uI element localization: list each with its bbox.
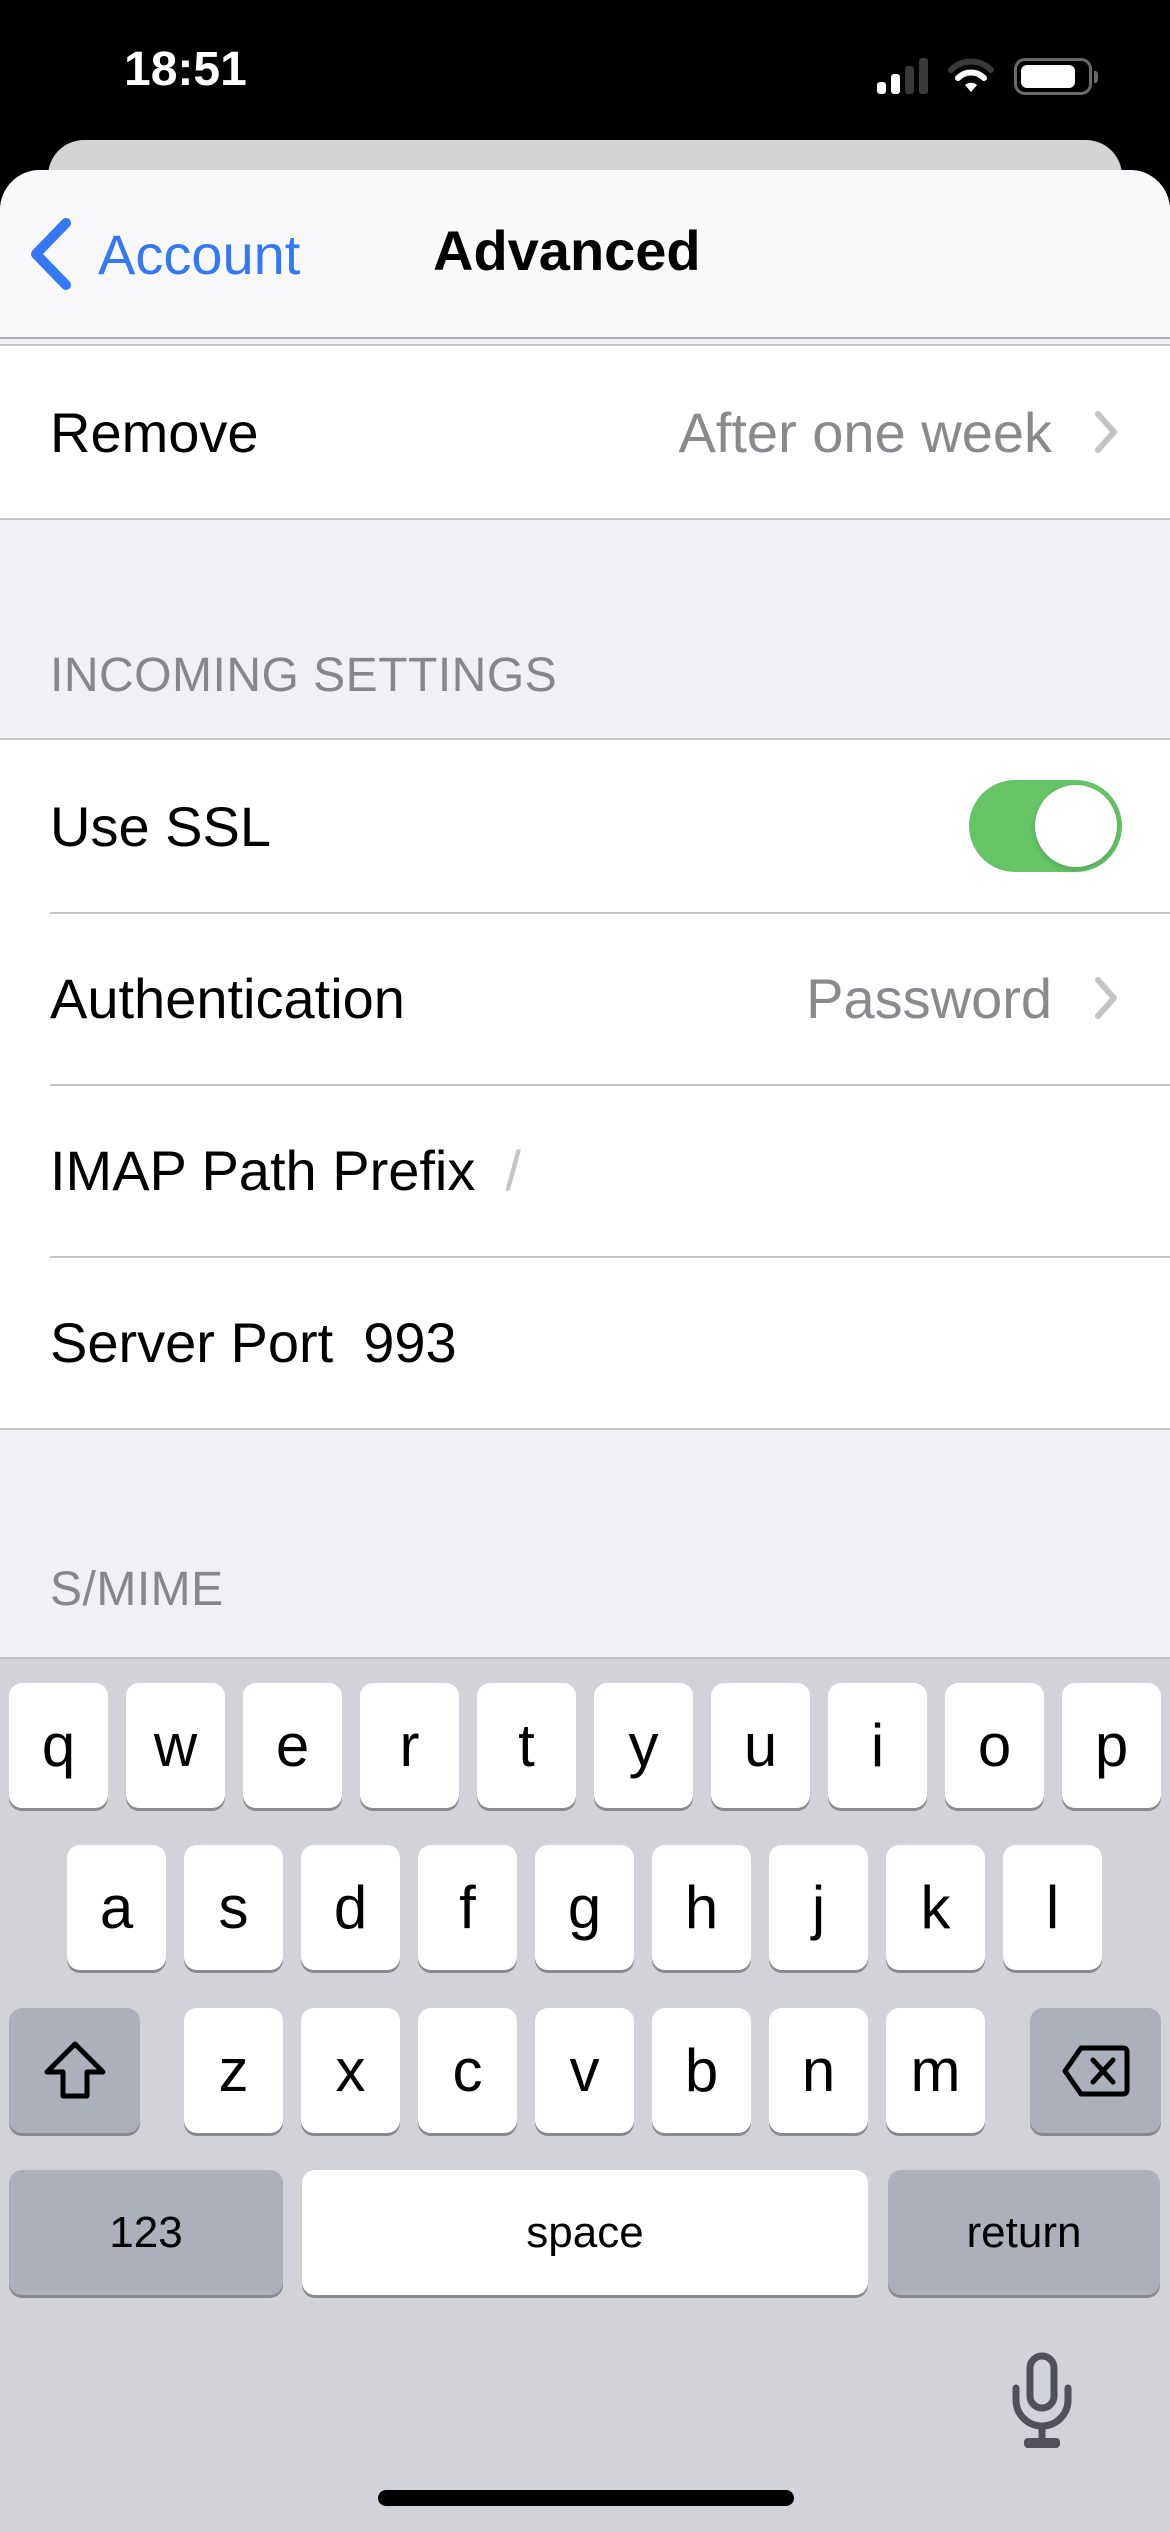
key-k[interactable]: k (886, 1845, 985, 1970)
battery-icon (1014, 57, 1098, 95)
smime-header: S/MIME (50, 1563, 224, 1616)
authentication-row[interactable]: Authentication Password (0, 912, 1170, 1084)
key-l[interactable]: l (1003, 1845, 1102, 1970)
key-h[interactable]: h (652, 1845, 751, 1970)
remove-value: After one week (678, 400, 1052, 464)
shift-icon (44, 2041, 105, 2098)
shift-key[interactable] (9, 2008, 140, 2133)
incoming-settings-header: INCOMING SETTINGS (50, 649, 558, 702)
key-d[interactable]: d (301, 1845, 400, 1970)
page-title: Advanced (433, 219, 701, 282)
back-label: Account (98, 222, 301, 286)
status-bar: 18:51 (0, 0, 1170, 140)
incoming-settings-group: Use SSL Authentication Password IMAP Pat… (0, 738, 1170, 1430)
signal-bar (919, 58, 928, 94)
toggle-knob (1035, 785, 1117, 867)
key-q[interactable]: q (9, 1683, 108, 1808)
key-r[interactable]: r (360, 1683, 459, 1808)
key-y[interactable]: y (594, 1683, 693, 1808)
wifi-icon (948, 58, 994, 92)
battery-level (1021, 64, 1076, 88)
key-w[interactable]: w (126, 1683, 225, 1808)
key-c[interactable]: c (418, 2008, 517, 2133)
server-port-input[interactable]: 993 (363, 1310, 456, 1375)
home-indicator (378, 2490, 794, 2506)
key-e[interactable]: e (243, 1683, 342, 1808)
imap-path-prefix-row: IMAP Path Prefix / (0, 1084, 1170, 1256)
key-s[interactable]: s (184, 1845, 283, 1970)
cellular-signal-icon (877, 58, 928, 94)
signal-bar (905, 66, 914, 94)
space-key[interactable]: space (302, 2170, 868, 2295)
back-button[interactable]: Account (28, 214, 300, 294)
authentication-value: Password (806, 966, 1052, 1030)
key-b[interactable]: b (652, 2008, 751, 2133)
chevron-right-icon (1095, 977, 1117, 1019)
key-a[interactable]: a (67, 1845, 166, 1970)
use-ssl-label: Use SSL (50, 794, 271, 858)
status-time: 18:51 (124, 43, 247, 96)
key-u[interactable]: u (711, 1683, 810, 1808)
status-icons (877, 56, 1098, 96)
key-v[interactable]: v (535, 2008, 634, 2133)
key-n[interactable]: n (769, 2008, 868, 2133)
key-p[interactable]: p (1062, 1683, 1161, 1808)
delete-icon (1062, 2045, 1129, 2096)
chevron-left-icon (31, 218, 71, 290)
key-f[interactable]: f (418, 1845, 517, 1970)
key-t[interactable]: t (477, 1683, 576, 1808)
remove-label: Remove (50, 400, 259, 464)
key-z[interactable]: z (184, 2008, 283, 2133)
signal-bar (877, 82, 886, 94)
signal-bar (891, 74, 900, 94)
delete-key[interactable] (1030, 2008, 1161, 2133)
remove-group: Remove After one week (0, 344, 1170, 520)
key-m[interactable]: m (886, 2008, 985, 2133)
key-j[interactable]: j (769, 1845, 868, 1970)
navigation-bar: Account Advanced (0, 170, 1170, 339)
key-g[interactable]: g (535, 1845, 634, 1970)
key-o[interactable]: o (945, 1683, 1044, 1808)
use-ssl-row: Use SSL (0, 740, 1170, 912)
return-key[interactable]: return (888, 2170, 1160, 2295)
imap-path-prefix-input[interactable]: / (505, 1138, 521, 1203)
authentication-label: Authentication (50, 966, 405, 1030)
microphone-icon[interactable] (1010, 2352, 1074, 2452)
settings-sheet: Account Advanced Remove After one week I… (0, 170, 1170, 1657)
use-ssl-toggle[interactable] (969, 780, 1122, 872)
server-port-row: Server Port 993 (0, 1256, 1170, 1428)
key-x[interactable]: x (301, 2008, 400, 2133)
key-i[interactable]: i (828, 1683, 927, 1808)
imap-path-prefix-label: IMAP Path Prefix (50, 1138, 476, 1202)
numbers-key[interactable]: 123 (9, 2170, 283, 2295)
remove-row[interactable]: Remove After one week (0, 346, 1170, 518)
server-port-label: Server Port (50, 1310, 334, 1374)
chevron-right-icon (1095, 411, 1117, 453)
